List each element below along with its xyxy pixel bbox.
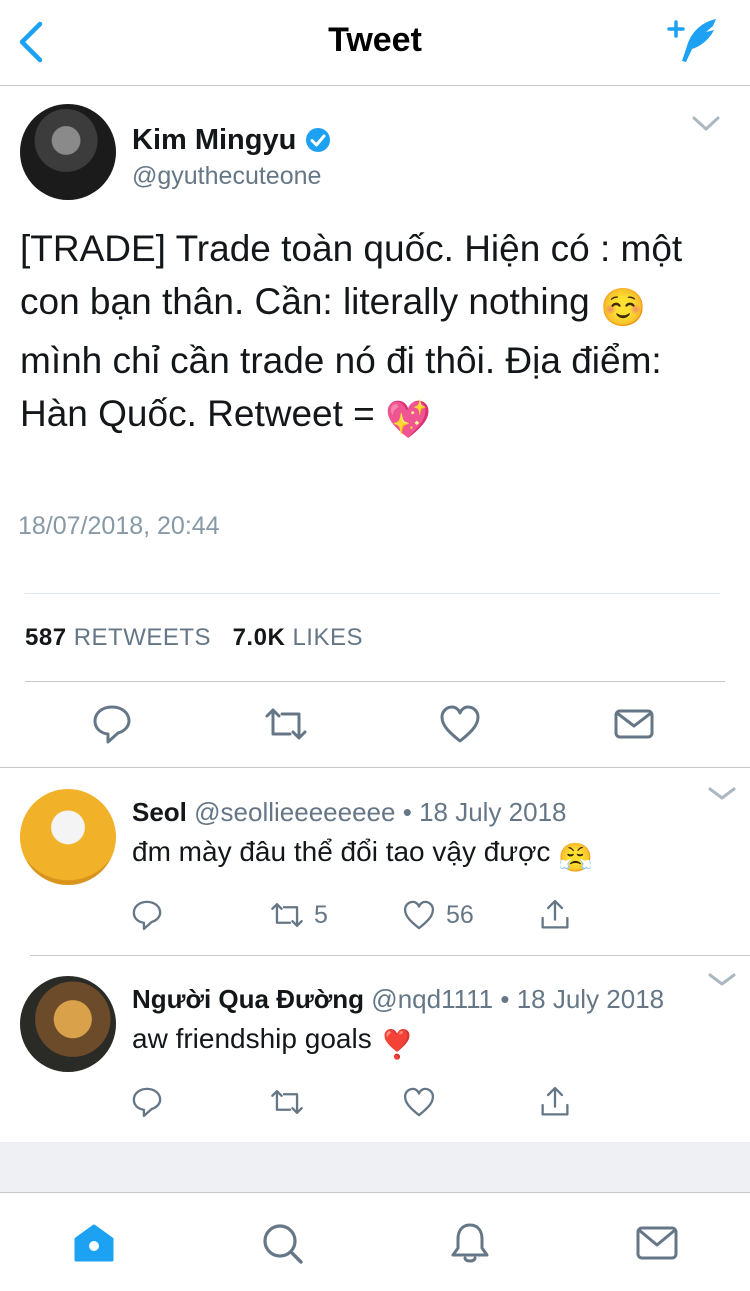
heart-exclamation-emoji: ❣️ bbox=[379, 1029, 415, 1060]
retweets-count: 587 bbox=[25, 624, 67, 651]
tweet-timestamp: 18/07/2018, 20:44 bbox=[18, 512, 220, 540]
message-icon[interactable] bbox=[612, 702, 656, 746]
like-button[interactable]: 56 bbox=[402, 897, 474, 933]
like-icon bbox=[403, 900, 435, 930]
reply-text: aw friendship goals ❣️ bbox=[132, 1023, 414, 1061]
tweet-text-part1: [TRADE] Trade toàn quốc. Hiện có : một c… bbox=[20, 228, 683, 322]
retweet-count: 5 bbox=[314, 900, 328, 929]
steam-face-emoji: 😤 bbox=[558, 842, 594, 873]
reply-author-name[interactable]: Người Qua Đường bbox=[132, 984, 364, 1014]
feed-end-spacer bbox=[0, 1142, 750, 1193]
reply-header: Seol @seollieeeeeeee • 18 July 2018 bbox=[132, 797, 567, 828]
like-count: 56 bbox=[446, 900, 474, 929]
likes-label: LIKES bbox=[292, 624, 363, 651]
retweet-icon[interactable] bbox=[264, 702, 308, 746]
author-name[interactable]: Kim Mingyu bbox=[132, 124, 296, 157]
reply-author-name[interactable]: Seol bbox=[132, 797, 187, 827]
tweet-text-part2: mình chỉ cần trade nó đi thôi. Địa điểm:… bbox=[20, 340, 662, 434]
chevron-down-icon[interactable] bbox=[708, 786, 736, 802]
page-title: Tweet bbox=[328, 21, 422, 59]
compose-feather-icon[interactable] bbox=[666, 16, 720, 64]
verified-badge-icon bbox=[306, 128, 330, 152]
retweets-stat[interactable]: 587 RETWEETS bbox=[25, 624, 211, 651]
home-icon[interactable] bbox=[71, 1220, 117, 1266]
meta-separator: • bbox=[402, 797, 412, 827]
like-icon[interactable] bbox=[438, 702, 482, 746]
notifications-icon[interactable] bbox=[447, 1220, 493, 1266]
avatar[interactable] bbox=[20, 104, 116, 200]
sparkling-heart-emoji: 💖 bbox=[385, 399, 432, 440]
reply-icon[interactable] bbox=[90, 702, 134, 746]
reply-icon bbox=[132, 1087, 162, 1118]
share-icon bbox=[541, 899, 569, 929]
like-button[interactable] bbox=[402, 1084, 446, 1120]
share-button[interactable] bbox=[538, 897, 582, 933]
likes-stat[interactable]: 7.0K LIKES bbox=[233, 624, 363, 651]
retweet-icon bbox=[271, 1090, 303, 1114]
retweet-icon bbox=[271, 903, 303, 927]
chevron-down-icon[interactable] bbox=[692, 116, 720, 132]
like-icon bbox=[403, 1087, 435, 1117]
share-icon bbox=[541, 1086, 569, 1116]
reply-date: 18 July 2018 bbox=[419, 797, 567, 827]
reply-text-body: đm mày đâu thể đổi tao vậy được bbox=[132, 836, 559, 867]
retweets-label: RETWEETS bbox=[73, 624, 212, 651]
messages-icon[interactable] bbox=[634, 1220, 680, 1266]
smiling-emoji: ☺️ bbox=[600, 287, 647, 328]
retweet-button[interactable]: 5 bbox=[270, 897, 328, 933]
reply-icon bbox=[132, 900, 162, 931]
retweet-button[interactable] bbox=[270, 1084, 314, 1120]
author-handle[interactable]: @gyuthecuteone bbox=[132, 162, 321, 191]
meta-separator: • bbox=[500, 984, 510, 1014]
likes-count: 7.0K bbox=[232, 624, 286, 651]
reply-author-handle[interactable]: @nqd1111 bbox=[371, 984, 493, 1014]
search-icon[interactable] bbox=[259, 1220, 305, 1266]
reply-date: 18 July 2018 bbox=[516, 984, 665, 1014]
reply-author-handle[interactable]: @seollieeeeeeee bbox=[194, 797, 395, 827]
share-button[interactable] bbox=[538, 1084, 582, 1120]
chevron-down-icon[interactable] bbox=[708, 972, 736, 988]
top-nav-bar: Tweet bbox=[0, 0, 750, 86]
avatar[interactable] bbox=[20, 976, 116, 1072]
divider bbox=[25, 593, 720, 594]
reply-header: Người Qua Đường @nqd1111 • 18 July 2018 bbox=[132, 984, 664, 1015]
avatar[interactable] bbox=[20, 789, 116, 885]
tweet-stats: 587 RETWEETS 7.0K LIKES bbox=[25, 624, 363, 652]
reply-text: đm mày đâu thể đổi tao vậy được 😤 bbox=[132, 836, 593, 874]
reply-text-body: aw friendship goals bbox=[132, 1023, 380, 1054]
tweet-text: [TRADE] Trade toàn quốc. Hiện có : một c… bbox=[20, 222, 720, 446]
reply-button[interactable] bbox=[130, 897, 174, 933]
reply-button[interactable] bbox=[130, 1084, 174, 1120]
divider bbox=[25, 681, 725, 682]
